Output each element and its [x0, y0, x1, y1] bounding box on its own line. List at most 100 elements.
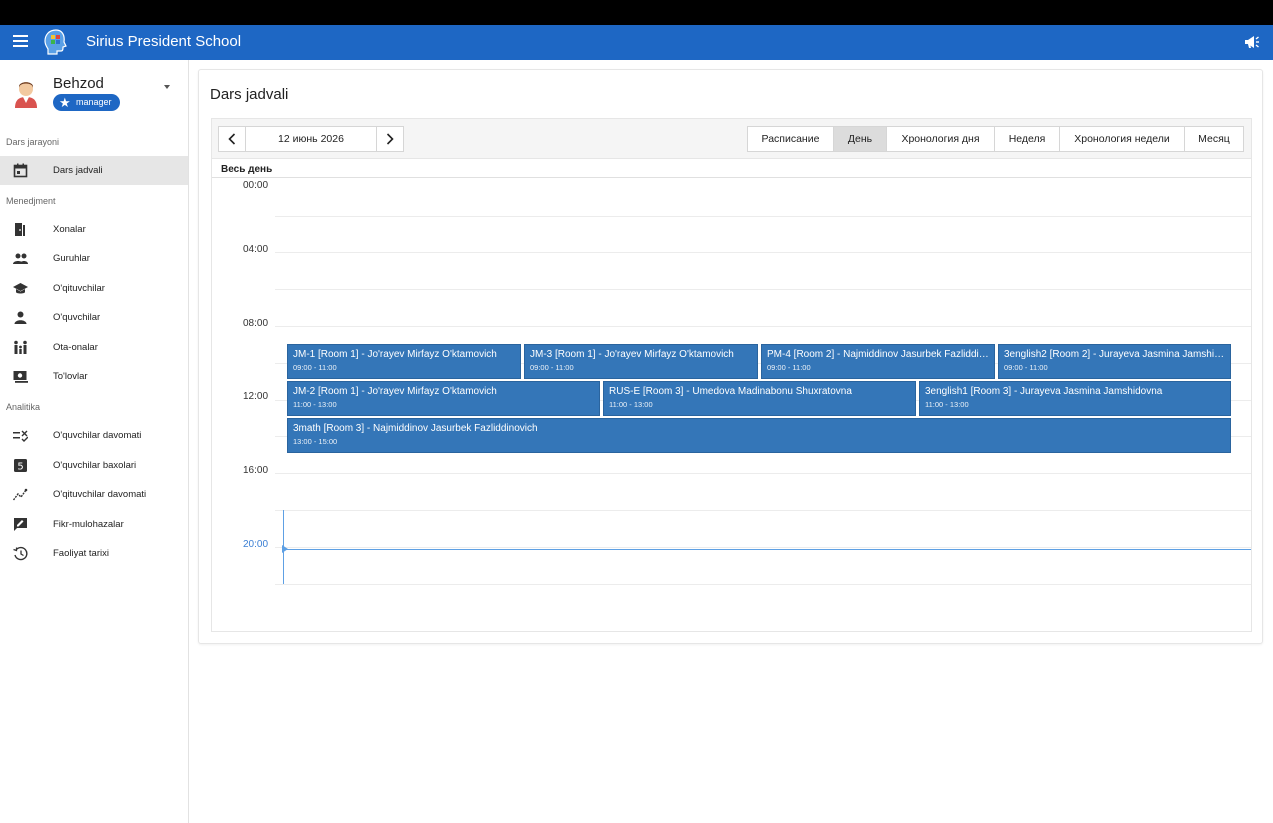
day-grid[interactable]: 00:00 04:00 08:00 12:00 16:00 20:00 JM-1…: [212, 177, 1251, 587]
view-week-button[interactable]: Неделя: [994, 126, 1060, 152]
grade-icon: 5: [14, 459, 27, 473]
grid-line: [275, 510, 1251, 511]
sidebar-item-label: Xonalar: [53, 224, 86, 235]
door-icon: [15, 223, 25, 236]
event-time: 13:00 - 15:00: [293, 437, 338, 446]
event-jm-1[interactable]: JM-1 [Room 1] - Jo'rayev Mirfayz O'ktamo…: [287, 344, 521, 379]
event-time: 11:00 - 13:00: [609, 400, 653, 409]
chevron-right-icon: [386, 133, 394, 145]
time-label: 12:00: [243, 391, 269, 402]
sidebar-item-tolovlar[interactable]: To'lovlar: [0, 362, 188, 391]
current-time-label: 20:00: [243, 539, 269, 550]
event-jm-2[interactable]: JM-2 [Room 1] - Jo'rayev Mirfayz O'ktamo…: [287, 381, 600, 416]
sidebar-item-fikr-mulohazalar[interactable]: Fikr-mulohazalar: [0, 510, 188, 539]
svg-text:5: 5: [17, 462, 23, 473]
payment-icon: [13, 371, 28, 383]
event-3english2[interactable]: 3english2 [Room 2] - Jurayeva Jasmina Ja…: [998, 344, 1231, 379]
school-logo: [44, 29, 67, 55]
sidebar-item-label: O'qituvchilar davomati: [53, 489, 147, 500]
sidebar-item-label: O'quvchilar baxolari: [53, 460, 137, 471]
grid-line: [275, 216, 1251, 217]
event-time: 11:00 - 13:00: [293, 400, 337, 409]
sidebar-item-label: O'qituvchilar: [53, 283, 105, 294]
sidebar-item-label: Dars jadvali: [53, 165, 103, 176]
event-3english1[interactable]: 3english1 [Room 3] - Jurayeva Jasmina Ja…: [919, 381, 1231, 416]
event-title: 3english2 [Room 2] - Jurayeva Jasmina Ja…: [1004, 349, 1225, 360]
grid-line: [275, 473, 1251, 474]
event-rus-e[interactable]: RUS-E [Room 3] - Umedova Madinabonu Shux…: [603, 381, 916, 416]
trend-icon: [13, 488, 28, 501]
time-label: 08:00: [243, 318, 269, 329]
sidebar-item-xonalar[interactable]: Xonalar: [0, 215, 188, 244]
prev-date-button[interactable]: [218, 126, 246, 152]
menu-icon[interactable]: [13, 35, 28, 49]
sidebar-item-ota-onalar[interactable]: Ota-onalar: [0, 333, 188, 362]
group-icon: [13, 253, 28, 264]
event-time: 11:00 - 13:00: [925, 400, 969, 409]
event-title: RUS-E [Room 3] - Umedova Madinabonu Shux…: [609, 386, 852, 397]
next-date-button[interactable]: [376, 126, 404, 152]
profile-menu-caret-icon[interactable]: [164, 85, 170, 89]
main-card: Dars jadvali 12 июнь 2026 Расписание Ден…: [198, 69, 1263, 644]
history-icon: [13, 546, 28, 561]
calendar-icon: [13, 163, 28, 178]
grid-line: [275, 289, 1251, 290]
announcement-icon[interactable]: [1244, 35, 1260, 49]
event-time: 09:00 - 11:00: [530, 363, 574, 372]
grid-line: [275, 252, 1251, 253]
page-title: Dars jadvali: [210, 86, 289, 103]
view-week-timeline-button[interactable]: Хронология недели: [1059, 126, 1185, 152]
avatar: [15, 82, 37, 108]
all-day-label: Весь день: [221, 164, 273, 175]
sidebar-item-oqituvchilar-davomati[interactable]: O'qituvchilar davomati: [0, 480, 188, 509]
view-day-button[interactable]: День: [833, 126, 887, 152]
view-day-timeline-button[interactable]: Хронология дня: [886, 126, 995, 152]
event-title: JM-1 [Room 1] - Jo'rayev Mirfayz O'ktamo…: [293, 349, 497, 360]
sidebar-item-label: O'quvchilar: [53, 312, 101, 323]
sidebar-item-label: To'lovlar: [53, 371, 88, 382]
sidebar-item-oquvchilar-baxolari[interactable]: 5 O'quvchilar baxolari: [0, 451, 188, 480]
current-time-line: [285, 549, 1251, 550]
event-pm-4[interactable]: PM-4 [Room 2] - Najmiddinov Jasurbek Faz…: [761, 344, 995, 379]
event-jm-3[interactable]: JM-3 [Room 1] - Jo'rayev Mirfayz O'ktamo…: [524, 344, 758, 379]
sidebar-item-oquvchilar[interactable]: O'quvchilar: [0, 303, 188, 332]
view-schedule-button[interactable]: Расписание: [747, 126, 834, 152]
date-picker[interactable]: 12 июнь 2026: [245, 126, 377, 152]
section-dars-jarayoni: Dars jarayoni: [6, 137, 60, 147]
time-label: 04:00: [243, 244, 269, 255]
sidebar-item-guruhlar[interactable]: Guruhlar: [0, 244, 188, 273]
sidebar-item-label: Ota-onalar: [53, 342, 98, 353]
section-analitika: Analitika: [6, 402, 41, 412]
sidebar-item-label: Faoliyat tarixi: [53, 548, 109, 559]
event-title: PM-4 [Room 2] - Najmiddinov Jasurbek Faz…: [767, 349, 989, 360]
feedback-icon: [14, 518, 27, 531]
sidebar-item-label: Fikr-mulohazalar: [53, 519, 124, 530]
user-name: Behzod: [53, 75, 104, 92]
app-bar: Sirius President School: [0, 25, 1273, 60]
sidebar-item-dars-jadvali[interactable]: Dars jadvali: [0, 156, 188, 185]
event-3math[interactable]: 3math [Room 3] - Najmiddinov Jasurbek Fa…: [287, 418, 1231, 453]
sidebar-item-oquvchilar-davomati[interactable]: O'quvchilar davomati: [0, 421, 188, 450]
section-menedjment: Menedjment: [6, 196, 56, 206]
sidebar: Behzod ★ manager Dars jarayoni Dars jadv…: [0, 60, 189, 823]
status-bar: [0, 0, 1273, 25]
event-title: JM-2 [Room 1] - Jo'rayev Mirfayz O'ktamo…: [293, 386, 497, 397]
event-title: 3english1 [Room 3] - Jurayeva Jasmina Ja…: [925, 386, 1163, 397]
event-title: 3math [Room 3] - Najmiddinov Jasurbek Fa…: [293, 423, 538, 434]
scheduler: 12 июнь 2026 Расписание День Хронология …: [211, 118, 1252, 632]
sidebar-item-label: Guruhlar: [53, 253, 90, 264]
grid-line: [275, 547, 1251, 548]
family-icon: [14, 340, 27, 354]
event-time: 09:00 - 11:00: [767, 363, 811, 372]
sidebar-item-faoliyat-tarixi[interactable]: Faoliyat tarixi: [0, 539, 188, 568]
time-label: 00:00: [243, 180, 269, 191]
user-profile: Behzod ★ manager: [0, 60, 188, 124]
role-badge: ★ manager: [53, 94, 120, 111]
sidebar-item-label: O'quvchilar davomati: [53, 430, 142, 441]
sidebar-item-oqituvchilar[interactable]: O'qituvchilar: [0, 274, 188, 303]
event-time: 09:00 - 11:00: [293, 363, 337, 372]
grid-line: [275, 326, 1251, 327]
star-icon: ★: [59, 95, 71, 110]
view-month-button[interactable]: Месяц: [1184, 126, 1244, 152]
time-label: 16:00: [243, 465, 269, 476]
